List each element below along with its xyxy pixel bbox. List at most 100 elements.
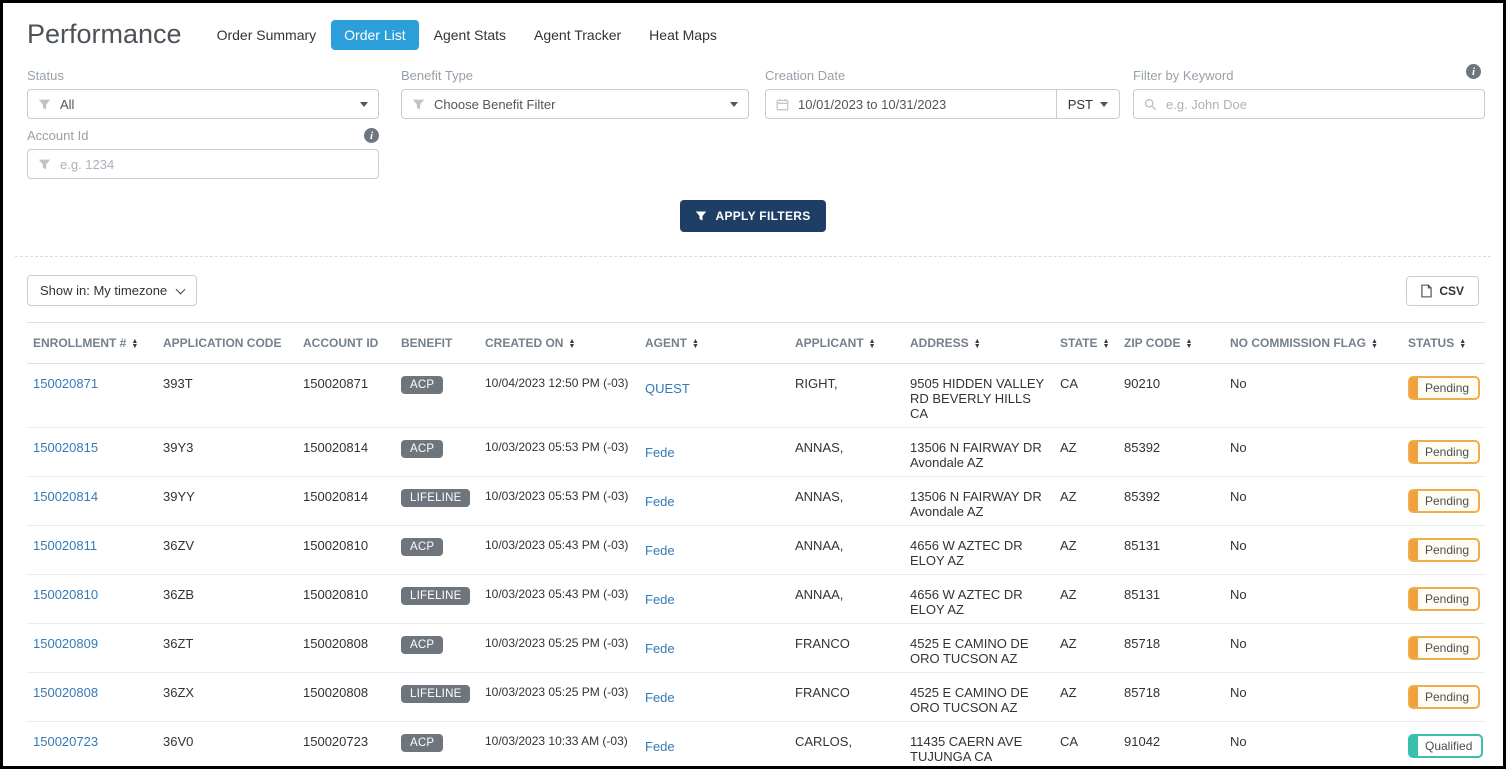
enrollment-link[interactable]: 150020808 [33, 685, 98, 700]
creation-date-input[interactable] [798, 96, 1056, 112]
col-state[interactable]: STATE [1054, 322, 1118, 364]
enrollment-link[interactable]: 150020809 [33, 636, 98, 651]
apply-filters-label: APPLY FILTERS [715, 209, 811, 223]
cell-zip-code: 91042 [1118, 721, 1224, 766]
keyword-filter-control [1133, 89, 1485, 119]
benefit-badge: LIFELINE [401, 587, 471, 605]
results-toolbar: Show in: My timezone CSV [3, 257, 1503, 322]
cell-no-commission-flag: No [1224, 574, 1402, 624]
benefit-filter-label: Benefit Type [401, 68, 474, 83]
table-row: 150020808 36ZX 150020808 LIFELINE 10/03/… [27, 672, 1485, 722]
status-badge: Pending [1408, 538, 1481, 562]
col-created-on[interactable]: CREATED ON [479, 322, 639, 364]
agent-link[interactable]: Fede [645, 690, 675, 705]
benefit-badge: ACP [401, 376, 444, 394]
cell-no-commission-flag: No [1224, 672, 1402, 722]
page-title: Performance [27, 19, 182, 49]
enrollment-link[interactable]: 150020815 [33, 440, 98, 455]
cell-created-on: 10/03/2023 05:25 PM (-03) [479, 623, 639, 673]
cell-state: AZ [1054, 623, 1118, 673]
timezone-dropdown[interactable]: PST [1055, 90, 1119, 118]
cell-no-commission-flag: No [1224, 525, 1402, 575]
cell-applicant: RIGHT, [789, 363, 904, 428]
keyword-input[interactable] [1166, 96, 1484, 112]
cell-created-on: 10/03/2023 10:33 AM (-03) [479, 721, 639, 766]
benefit-filter-value: Choose Benefit Filter [434, 96, 556, 112]
cell-zip-code: 85392 [1118, 476, 1224, 526]
apply-filters-button[interactable]: APPLY FILTERS [680, 200, 826, 232]
cell-zip-code: 85392 [1118, 427, 1224, 477]
show-in-timezone-select[interactable]: Show in: My timezone [27, 275, 198, 306]
cell-application-code: 39Y3 [157, 427, 297, 477]
col-enrollment[interactable]: ENROLLMENT # [27, 322, 157, 364]
cell-address: 9505 HIDDEN VALLEY RD BEVERLY HILLS CA [904, 363, 1054, 428]
col-status[interactable]: STATUS [1402, 322, 1485, 364]
enrollment-link[interactable]: 150020810 [33, 587, 98, 602]
tab-order-summary[interactable]: Order Summary [204, 20, 330, 50]
header: Performance Order Summary Order List Age… [3, 3, 1503, 56]
tab-bar: Order Summary Order List Agent Stats Age… [204, 19, 730, 50]
enrollment-link[interactable]: 150020871 [33, 376, 98, 391]
cell-zip-code: 85131 [1118, 574, 1224, 624]
agent-link[interactable]: Fede [645, 494, 675, 509]
agent-link[interactable]: Fede [645, 543, 675, 558]
account-id-input[interactable] [60, 156, 378, 172]
chevron-down-icon [730, 101, 738, 107]
cell-application-code: 39YY [157, 476, 297, 526]
enrollment-link[interactable]: 150020814 [33, 489, 98, 504]
col-agent[interactable]: AGENT [639, 322, 789, 364]
status-badge: Pending [1408, 587, 1481, 611]
cell-created-on: 10/04/2023 12:50 PM (-03) [479, 363, 639, 428]
cell-applicant: CARLOS, [789, 721, 904, 766]
status-badge: Pending [1408, 376, 1481, 400]
agent-link[interactable]: Fede [645, 641, 675, 656]
cell-account-id: 150020871 [297, 363, 395, 428]
enrollment-link[interactable]: 150020723 [33, 734, 98, 749]
cell-application-code: 36ZB [157, 574, 297, 624]
funnel-icon [28, 98, 60, 111]
calendar-icon [766, 98, 798, 111]
cell-no-commission-flag: No [1224, 721, 1402, 766]
cell-applicant: FRANCO [789, 623, 904, 673]
csv-export-button[interactable]: CSV [1406, 275, 1479, 306]
table-row: 150020871 393T 150020871 ACP 10/04/2023 … [27, 363, 1485, 428]
cell-applicant: ANNAA, [789, 525, 904, 575]
col-no-commission-flag[interactable]: NO COMMISSION FLAG [1224, 322, 1402, 364]
tab-agent-stats[interactable]: Agent Stats [421, 20, 519, 50]
info-icon[interactable] [364, 128, 379, 143]
agent-link[interactable]: Fede [645, 592, 675, 607]
tab-agent-tracker[interactable]: Agent Tracker [521, 20, 634, 50]
enrollment-link[interactable]: 150020811 [33, 538, 97, 553]
tab-heat-maps[interactable]: Heat Maps [636, 20, 730, 50]
agent-link[interactable]: QUEST [645, 381, 690, 396]
status-filter-select[interactable]: All [27, 89, 379, 119]
cell-address: 11435 CAERN AVE TUJUNGA CA [904, 721, 1054, 766]
agent-link[interactable]: Fede [645, 739, 675, 754]
col-applicant[interactable]: APPLICANT [789, 322, 904, 364]
cell-no-commission-flag: No [1224, 476, 1402, 526]
funnel-icon [28, 158, 60, 171]
benefit-badge: ACP [401, 636, 444, 654]
benefit-filter-select[interactable]: Choose Benefit Filter [401, 89, 749, 119]
cell-zip-code: 85718 [1118, 672, 1224, 722]
sort-icon [1185, 339, 1192, 349]
status-badge: Pending [1408, 440, 1481, 464]
agent-link[interactable]: Fede [645, 445, 675, 460]
cell-applicant: ANNAA, [789, 574, 904, 624]
keyword-filter-label: Filter by Keyword [1133, 68, 1234, 83]
cell-no-commission-flag: No [1224, 363, 1402, 428]
cell-application-code: 36ZT [157, 623, 297, 673]
table-row: 150020809 36ZT 150020808 ACP 10/03/2023 … [27, 623, 1485, 673]
col-address[interactable]: ADDRESS [904, 322, 1054, 364]
cell-no-commission-flag: No [1224, 623, 1402, 673]
cell-account-id: 150020808 [297, 672, 395, 722]
orders-table: ENROLLMENT # APPLICATION CODE ACCOUNT ID… [27, 322, 1485, 766]
col-zip-code[interactable]: ZIP CODE [1118, 322, 1224, 364]
tab-order-list[interactable]: Order List [331, 19, 419, 50]
cell-zip-code: 85131 [1118, 525, 1224, 575]
cell-account-id: 150020723 [297, 721, 395, 766]
cell-state: CA [1054, 363, 1118, 428]
cell-created-on: 10/03/2023 05:43 PM (-03) [479, 574, 639, 624]
cell-account-id: 150020810 [297, 525, 395, 575]
funnel-icon [695, 210, 707, 222]
